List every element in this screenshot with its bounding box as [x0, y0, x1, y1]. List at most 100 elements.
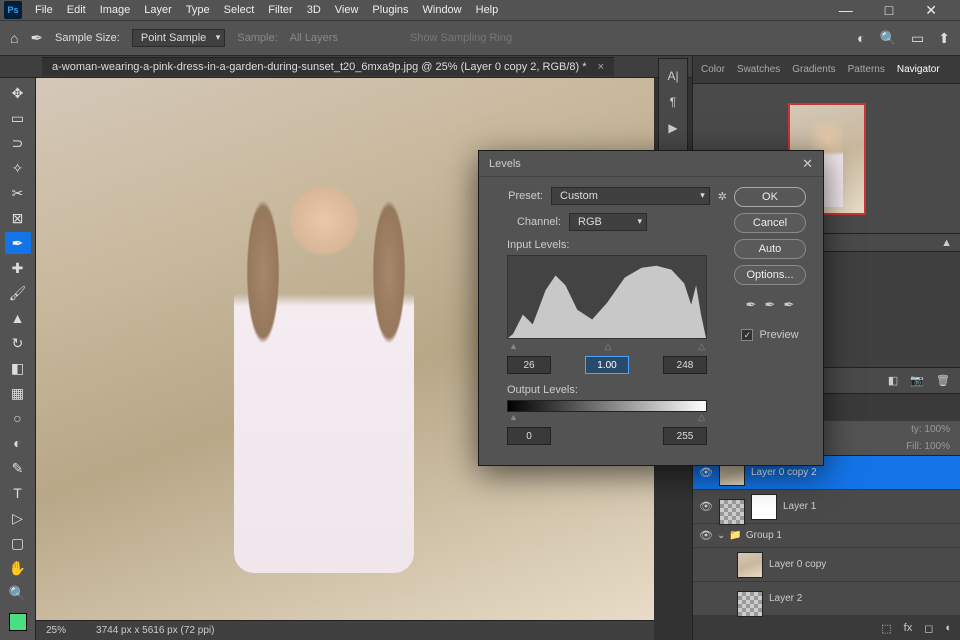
- brush-tool[interactable]: 🖌: [5, 282, 31, 304]
- dodge-tool[interactable]: ◐: [5, 432, 31, 454]
- crop-tool[interactable]: ✂: [5, 182, 31, 204]
- layer-group-row[interactable]: 👁 ⌄ 📁 Group 1: [693, 524, 960, 548]
- channel-dropdown[interactable]: RGB: [569, 213, 647, 231]
- trash-icon[interactable]: 🗑: [936, 374, 950, 387]
- layer-name[interactable]: Layer 2: [769, 593, 802, 604]
- visibility-icon[interactable]: 👁: [699, 529, 713, 542]
- menu-layer[interactable]: Layer: [137, 4, 179, 16]
- preset-dropdown[interactable]: Custom: [551, 187, 710, 205]
- tab-swatches[interactable]: Swatches: [737, 64, 780, 75]
- layer-thumbnail[interactable]: [719, 499, 745, 525]
- tab-gradients[interactable]: Gradients: [792, 64, 835, 75]
- blur-tool[interactable]: ○: [5, 407, 31, 429]
- maximize-icon[interactable]: □: [878, 2, 900, 19]
- new-adjustment-icon[interactable]: ◧: [888, 374, 898, 387]
- group-toggle-icon[interactable]: ⌄: [717, 530, 725, 541]
- zoom-tool[interactable]: 🔍: [5, 582, 31, 604]
- dialog-close-icon[interactable]: ✕: [802, 156, 813, 172]
- menu-image[interactable]: Image: [93, 4, 138, 16]
- frame-tool[interactable]: ⊠: [5, 207, 31, 229]
- black-eyedropper-icon[interactable]: ✒: [746, 297, 757, 313]
- zoom-level[interactable]: 25%: [46, 625, 66, 636]
- character-panel-icon[interactable]: A|: [667, 69, 678, 83]
- cloud-icon[interactable]: ◐: [857, 30, 865, 47]
- document-tab[interactable]: a-woman-wearing-a-pink-dress-in-a-garden…: [42, 57, 614, 76]
- eyedropper-icon[interactable]: ✒: [30, 29, 43, 47]
- menu-3d[interactable]: 3D: [300, 4, 328, 16]
- menu-type[interactable]: Type: [179, 4, 217, 16]
- out-black-slider-icon[interactable]: ▲: [509, 412, 518, 423]
- white-slider-icon[interactable]: △: [698, 341, 705, 352]
- input-black-field[interactable]: 26: [507, 356, 551, 374]
- foreground-color[interactable]: [9, 613, 27, 631]
- visibility-icon[interactable]: 👁: [699, 500, 713, 513]
- mask-add-icon[interactable]: ◻: [924, 622, 933, 635]
- eyedropper-tool[interactable]: ✒: [5, 232, 31, 254]
- white-eyedropper-icon[interactable]: ✒: [783, 297, 794, 313]
- eraser-tool[interactable]: ◧: [5, 357, 31, 379]
- histogram[interactable]: [507, 255, 707, 339]
- search-icon[interactable]: 🔍: [880, 30, 897, 47]
- minimize-icon[interactable]: —: [832, 2, 860, 19]
- lasso-tool[interactable]: ⊃: [5, 132, 31, 154]
- visibility-icon[interactable]: 👁: [699, 466, 713, 479]
- layer-name[interactable]: Layer 0 copy: [769, 559, 826, 570]
- preview-checkbox[interactable]: ✓ Preview: [741, 329, 798, 341]
- menu-view[interactable]: View: [328, 4, 366, 16]
- menu-select[interactable]: Select: [217, 4, 262, 16]
- menu-file[interactable]: File: [28, 4, 60, 16]
- layer-row[interactable]: 👁 Layer 0 copy: [693, 548, 960, 582]
- sample-size-dropdown[interactable]: Point Sample: [132, 29, 225, 47]
- dialog-titlebar[interactable]: Levels ✕: [479, 151, 823, 177]
- menu-help[interactable]: Help: [469, 4, 506, 16]
- gamma-slider-icon[interactable]: △: [605, 341, 612, 352]
- show-sampling-ring[interactable]: Show Sampling Ring: [410, 32, 512, 44]
- layer-mask-thumbnail[interactable]: [751, 494, 777, 520]
- tab-close-icon[interactable]: ×: [598, 61, 604, 73]
- home-icon[interactable]: ⌂: [10, 30, 18, 46]
- paragraph-panel-icon[interactable]: ¶: [670, 95, 676, 109]
- menu-filter[interactable]: Filter: [261, 4, 299, 16]
- layer-name[interactable]: Group 1: [746, 530, 782, 541]
- fx-icon[interactable]: fx: [904, 622, 913, 634]
- options-button[interactable]: Options...: [734, 265, 806, 285]
- pen-tool[interactable]: ✎: [5, 457, 31, 479]
- tab-color[interactable]: Color: [701, 64, 725, 75]
- type-tool[interactable]: T: [5, 482, 31, 504]
- shape-tool[interactable]: ▢: [5, 532, 31, 554]
- layer-row[interactable]: 👁 Layer 1: [693, 490, 960, 524]
- gray-eyedropper-icon[interactable]: ✒: [765, 297, 776, 313]
- zoom-in-icon[interactable]: ▲: [941, 237, 952, 249]
- cancel-button[interactable]: Cancel: [734, 213, 806, 233]
- preset-menu-icon[interactable]: ✲: [718, 190, 727, 203]
- path-tool[interactable]: ▷: [5, 507, 31, 529]
- gradient-tool[interactable]: ▦: [5, 382, 31, 404]
- tab-navigator[interactable]: Navigator: [897, 64, 940, 75]
- auto-button[interactable]: Auto: [734, 239, 806, 259]
- menu-window[interactable]: Window: [416, 4, 469, 16]
- black-slider-icon[interactable]: ▲: [509, 341, 518, 352]
- workspace-icon[interactable]: ▭: [911, 30, 924, 47]
- output-black-field[interactable]: 0: [507, 427, 551, 445]
- layer-thumbnail[interactable]: [737, 552, 763, 578]
- hand-tool[interactable]: ✋: [5, 557, 31, 579]
- camera-icon[interactable]: 📷: [910, 374, 924, 387]
- out-white-slider-icon[interactable]: △: [698, 412, 705, 423]
- input-white-field[interactable]: 248: [663, 356, 707, 374]
- adjustment-add-icon[interactable]: ◐: [945, 622, 952, 634]
- link-layers-icon[interactable]: ⬚: [881, 622, 891, 635]
- layer-name[interactable]: Layer 1: [783, 501, 816, 512]
- move-tool[interactable]: ✥: [5, 82, 31, 104]
- layer-name[interactable]: Layer 0 copy 2: [751, 467, 817, 478]
- output-gradient[interactable]: [507, 400, 707, 412]
- stamp-tool[interactable]: ▲: [5, 307, 31, 329]
- marquee-tool[interactable]: ▭: [5, 107, 31, 129]
- tab-patterns[interactable]: Patterns: [848, 64, 885, 75]
- close-icon[interactable]: ✕: [918, 2, 944, 19]
- ok-button[interactable]: OK: [734, 187, 806, 207]
- share-icon[interactable]: ⬆: [938, 30, 950, 47]
- menu-plugins[interactable]: Plugins: [365, 4, 415, 16]
- output-white-field[interactable]: 255: [663, 427, 707, 445]
- wand-tool[interactable]: ✧: [5, 157, 31, 179]
- opacity-value[interactable]: 100%: [924, 424, 950, 435]
